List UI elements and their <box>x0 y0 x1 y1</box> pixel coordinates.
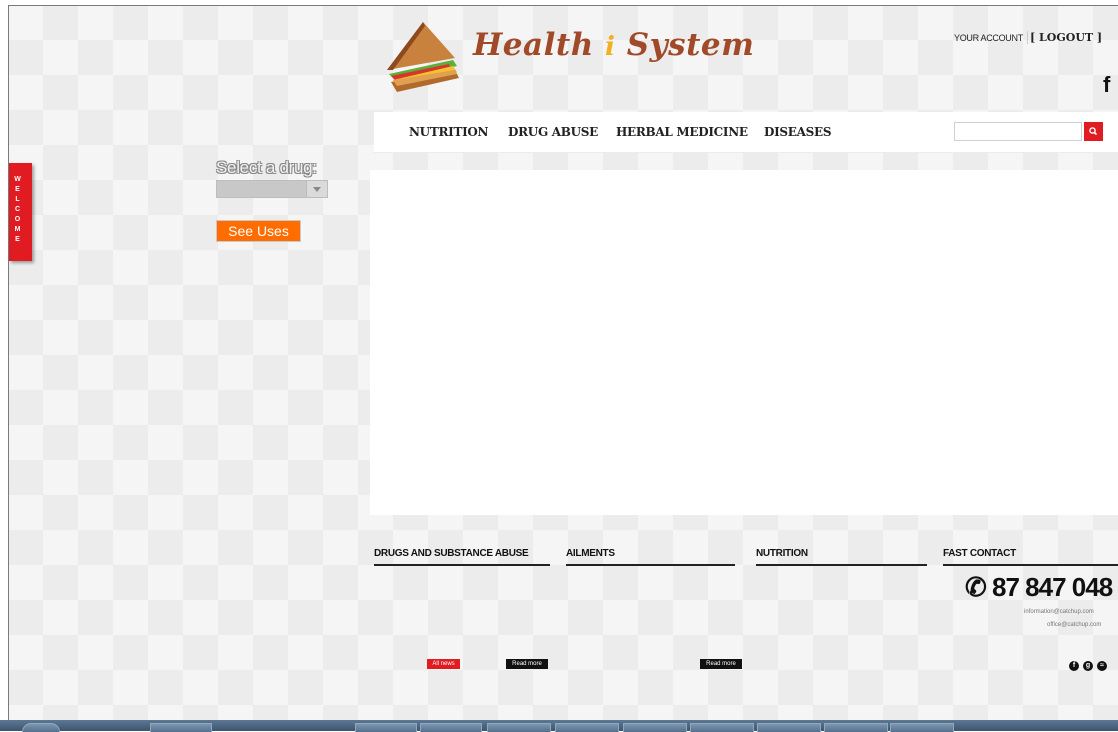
search-button[interactable] <box>1084 122 1103 141</box>
contact-email[interactable]: office@catchup.com <box>1047 622 1101 628</box>
nav-item-drug-abuse[interactable]: DRUG ABUSE <box>508 125 598 139</box>
all-news-button[interactable]: All news <box>427 659 460 669</box>
select-drug-label: Select a drug: <box>216 158 317 177</box>
chevron-down-icon[interactable] <box>306 181 327 197</box>
nav-item-diseases[interactable]: DISEASES <box>764 125 832 139</box>
welcome-letter: M <box>14 226 21 233</box>
google-icon[interactable]: g <box>1083 661 1093 671</box>
footer-col-divider <box>566 564 735 566</box>
footer-col-divider <box>943 564 1118 566</box>
main-content-area <box>370 170 1118 515</box>
footer-col-divider <box>756 564 927 566</box>
window-border-left <box>8 5 9 720</box>
footer-col-nutrition-title: NUTRITION <box>756 548 808 559</box>
your-account-link[interactable]: YOUR ACCOUNT <box>954 33 1023 43</box>
window-edge <box>0 0 8 731</box>
contact-email[interactable]: information@catchup.com <box>1024 609 1094 615</box>
window-border-top <box>8 5 1118 6</box>
search-input[interactable] <box>954 122 1082 141</box>
drug-select[interactable] <box>216 180 328 198</box>
see-uses-button[interactable]: See Uses <box>216 220 301 242</box>
welcome-letter: E <box>15 236 20 243</box>
sandwich-logo-icon[interactable] <box>383 18 463 92</box>
footer-col-divider <box>374 564 550 566</box>
footer-col-ailments-title: AILMENTS <box>566 548 615 559</box>
welcome-tab[interactable]: W E L C O M E <box>9 163 32 261</box>
read-more-button[interactable]: Read more <box>506 659 548 669</box>
footer-col-drugs-title: DRUGS AND SUBSTANCE ABUSE <box>374 548 529 559</box>
site-title-part: Health <box>473 27 594 63</box>
welcome-letter: L <box>15 196 20 203</box>
phone-icon: ✆ <box>965 572 987 602</box>
nav-item-herbal-medicine[interactable]: HERBAL MEDICINE <box>616 125 748 139</box>
os-taskbar <box>0 720 1118 732</box>
welcome-letter: E <box>15 186 20 193</box>
welcome-letter: O <box>14 216 21 223</box>
facebook-icon[interactable]: f <box>1103 72 1110 98</box>
read-more-button[interactable]: Read more <box>700 659 742 669</box>
site-title[interactable]: Health i System <box>473 27 754 63</box>
nav-item-nutrition[interactable]: NUTRITION <box>409 125 489 139</box>
facebook-icon[interactable]: f <box>1069 661 1079 671</box>
search-icon <box>1089 127 1098 136</box>
site-title-suffix: System <box>626 27 755 63</box>
welcome-letter: W <box>14 176 21 183</box>
footer-col-contact-title: FAST CONTACT <box>943 548 1016 559</box>
rss-icon[interactable]: ≈ <box>1097 661 1107 671</box>
welcome-letter: C <box>14 206 21 213</box>
contact-phone: ✆ 87 847 048 <box>965 572 1113 603</box>
logout-link[interactable]: [ LOGOUT ] <box>1027 31 1102 44</box>
site-title-connector: i <box>605 32 616 62</box>
phone-number: 87 847 048 <box>992 572 1113 602</box>
